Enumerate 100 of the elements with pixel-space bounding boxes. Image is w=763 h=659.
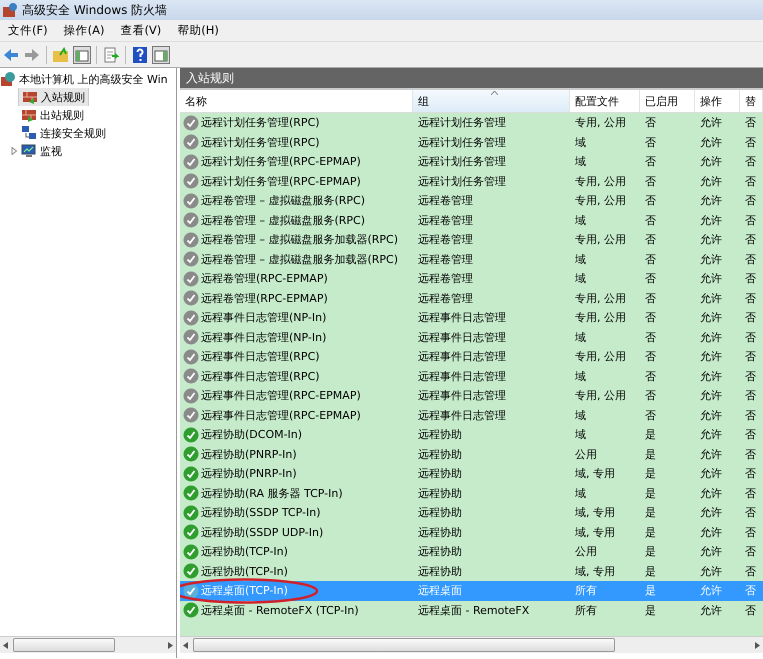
export-icon[interactable] (102, 46, 120, 64)
table-row[interactable]: 远程卷管理(RPC-EPMAP) 远程卷管理 专用, 公用 否 允许 否 (180, 288, 763, 308)
column-header[interactable]: 替 (740, 90, 763, 112)
tree-item[interactable]: 入站规则 (18, 88, 89, 106)
help-icon[interactable] (131, 46, 149, 64)
left-arrow-icon[interactable] (183, 642, 189, 648)
table-row[interactable]: 远程事件日志管理(NP-In) 远程事件日志管理 域 否 允许 否 (180, 328, 763, 347)
table-cell: 否 (745, 466, 756, 482)
table-row[interactable]: 远程事件日志管理(RPC) 远程事件日志管理 域 否 允许 否 (180, 366, 763, 386)
table-cell: 域 (575, 212, 586, 228)
table-cell: 允许 (700, 212, 722, 228)
table-cell: 否 (645, 388, 656, 404)
table-cell: 远程事件日志管理(RPC-EPMAP) (201, 408, 361, 423)
menu-item[interactable]: 文件(F) (0, 23, 56, 38)
table-cell: 远程事件日志管理(RPC) (201, 368, 320, 384)
table-row[interactable]: 远程协助(PNRP-In) 远程协助 公用 是 允许 否 (180, 444, 763, 464)
tree-item[interactable]: 监视 (18, 142, 65, 160)
table-row[interactable]: 远程协助(DCOM-In) 远程协助 域 是 允许 否 (180, 425, 763, 444)
table-row[interactable]: 远程计划任务管理(RPC-EPMAP) 远程计划任务管理 专用, 公用 否 允许 否 (180, 172, 763, 191)
menu-item[interactable]: 帮助(H) (169, 23, 227, 38)
table-cell: 远程计划任务管理 (418, 154, 506, 170)
table-cell: 远程卷管理 – 虚拟磁盘服务加载器(RPC) (201, 252, 398, 267)
table-row[interactable]: 远程计划任务管理(RPC-EPMAP) 远程计划任务管理 域 否 允许 否 (180, 152, 763, 172)
table-row[interactable]: 远程卷管理 – 虚拟磁盘服务加载器(RPC) 远程卷管理 域 否 允许 否 (180, 250, 763, 269)
tree-root-item[interactable]: 本地计算机 上的高级安全 Win (19, 72, 168, 86)
table-cell: 远程协助 (418, 564, 462, 579)
table-cell: 远程桌面 - RemoteFX (418, 602, 530, 618)
table-cell: 专用, 公用 (575, 388, 626, 404)
table-cell: 否 (645, 349, 656, 364)
table-cell: 远程事件日志管理 (418, 408, 506, 423)
table-row[interactable]: 远程协助(RA 服务器 TCP-In) 远程协助 域 是 允许 否 (180, 484, 763, 503)
table-cell: 远程事件日志管理 (418, 388, 506, 404)
table-cell: 否 (745, 602, 756, 618)
table-row[interactable]: 远程事件日志管理(NP-In) 远程事件日志管理 专用, 公用 否 允许 否 (180, 308, 763, 328)
table-cell: 远程计划任务管理 (418, 134, 506, 150)
table-row[interactable]: 远程卷管理 – 虚拟磁盘服务(RPC) 远程卷管理 域 否 允许 否 (180, 210, 763, 230)
table-cell: 否 (745, 271, 756, 286)
table-cell: 否 (745, 524, 756, 540)
table-cell: 远程协助 (418, 524, 462, 540)
tree-item[interactable]: 连接安全规则 (18, 124, 109, 142)
table-cell: 是 (645, 602, 656, 618)
table-row[interactable]: 远程卷管理 – 虚拟磁盘服务加载器(RPC) 远程卷管理 专用, 公用 否 允许 否 (180, 230, 763, 250)
table-cell: 否 (645, 330, 656, 345)
table-row[interactable]: 远程计划任务管理(RPC) 远程计划任务管理 域 否 允许 否 (180, 132, 763, 152)
table-cell: 远程计划任务管理 (418, 174, 506, 189)
column-header[interactable]: 已启用 (640, 90, 695, 112)
table-row[interactable]: 远程协助(TCP-In) 远程协助 公用 是 允许 否 (180, 542, 763, 562)
table-cell: 允许 (700, 408, 722, 423)
computers-icon (21, 125, 37, 141)
right-arrow-icon[interactable] (167, 642, 173, 648)
left-arrow-icon[interactable] (3, 642, 9, 648)
tree-item[interactable]: 出站规则 (18, 106, 87, 124)
table-row[interactable]: 远程事件日志管理(RPC-EPMAP) 远程事件日志管理 域 否 允许 否 (180, 406, 763, 425)
table-cell: 远程卷管理(RPC-EPMAP) (201, 290, 328, 306)
table-cell: 远程卷管理 – 虚拟磁盘服务(RPC) (201, 212, 366, 228)
table-row[interactable]: 远程卷管理 – 虚拟磁盘服务(RPC) 远程卷管理 专用, 公用 否 允许 否 (180, 191, 763, 210)
table-row[interactable]: 远程协助(TCP-In) 远程协助 域, 专用 是 允许 否 (180, 562, 763, 581)
table-cell: 是 (645, 544, 656, 560)
table-cell: 否 (745, 290, 756, 306)
table-cell: 否 (645, 310, 656, 326)
table-row[interactable]: 远程事件日志管理(RPC) 远程事件日志管理 专用, 公用 否 允许 否 (180, 347, 763, 366)
column-header[interactable]: 配置文件 (570, 90, 640, 112)
right-arrow-icon[interactable] (754, 642, 760, 648)
table-cell: 域 (575, 486, 586, 501)
table-cell: 域, 专用 (575, 505, 615, 520)
table-row[interactable]: 远程计划任务管理(RPC) 远程计划任务管理 专用, 公用 否 允许 否 (180, 113, 763, 132)
table-cell: 否 (745, 368, 756, 384)
table-cell: 否 (745, 388, 756, 404)
table-cell: 域 (575, 408, 586, 423)
table-cell: 否 (745, 505, 756, 520)
table-cell: 远程事件日志管理 (418, 330, 506, 345)
table-cell: 否 (645, 193, 656, 208)
table-cell: 允许 (700, 524, 722, 540)
scrollbar[interactable] (0, 636, 176, 653)
table-row[interactable]: 远程卷管理(RPC-EPMAP) 远程卷管理 域 否 允许 否 (180, 269, 763, 288)
table-cell: 否 (645, 212, 656, 228)
table-cell: 允许 (700, 564, 722, 579)
table-row[interactable]: 远程协助(SSDP UDP-In) 远程协助 域, 专用 是 允许 否 (180, 522, 763, 542)
table-cell: 专用, 公用 (575, 310, 626, 326)
column-header[interactable]: 操作 (695, 90, 740, 112)
table-row[interactable]: 远程事件日志管理(RPC-EPMAP) 远程事件日志管理 专用, 公用 否 允许 否 (180, 386, 763, 406)
column-header[interactable]: 组 (413, 90, 570, 112)
table-cell: 远程协助(DCOM-In) (201, 427, 302, 442)
panel-icon[interactable] (152, 46, 170, 64)
menu-item[interactable]: 操作(A) (56, 23, 112, 38)
table-row[interactable]: 远程协助(PNRP-In) 远程协助 域, 专用 是 允许 否 (180, 464, 763, 484)
table-cell: 域 (575, 154, 586, 170)
table-cell: 否 (745, 427, 756, 442)
scrollbar[interactable] (180, 636, 763, 653)
table-cell: 否 (745, 583, 756, 598)
table-cell: 否 (745, 212, 756, 228)
table-cell: 否 (745, 154, 756, 170)
table-row[interactable]: 远程桌面 - RemoteFX (TCP-In) 远程桌面 - RemoteFX 所有 是 允许 否 (180, 600, 763, 620)
expand-arrow-icon[interactable] (10, 147, 18, 155)
panel-title: 入站规则 (180, 68, 763, 88)
table-cell: 否 (645, 408, 656, 423)
menu-item[interactable]: 查看(V) (112, 23, 170, 38)
table-row[interactable]: 远程协助(SSDP TCP-In) 远程协助 域, 专用 是 允许 否 (180, 503, 763, 522)
table-cell: 域 (575, 427, 586, 442)
panel-icon[interactable] (73, 46, 91, 64)
